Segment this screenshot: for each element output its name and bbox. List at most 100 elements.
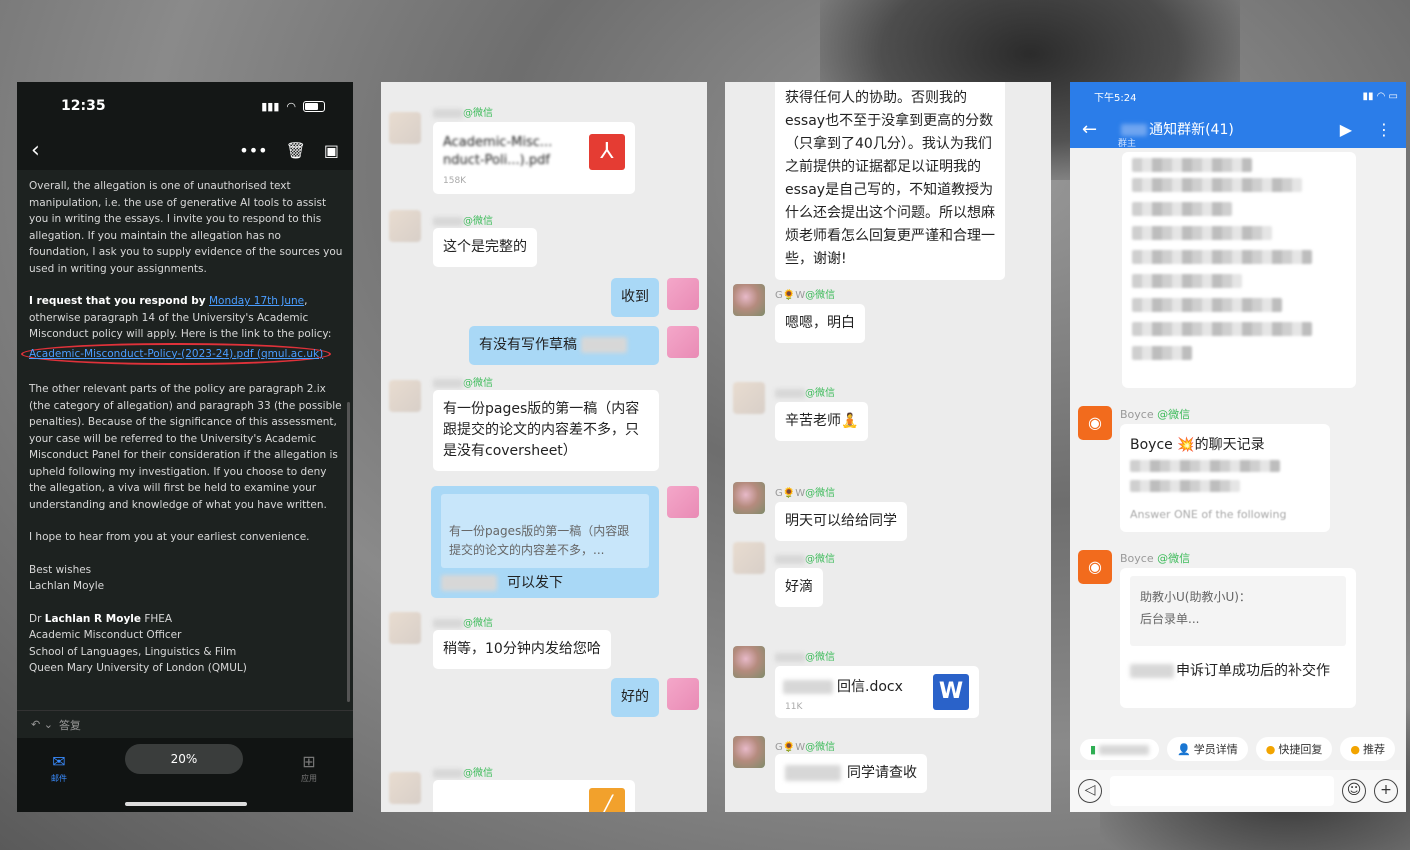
file-message[interactable]: Academic-Misc... nduct-Poli...).pdf 158K… [433, 122, 635, 194]
pdf-icon: ⅄ [589, 134, 625, 170]
chat-screenshot-2: 获得任何人的协助。否则我的essay也不至于没拿到更高的分数（只拿到了40几分）… [725, 82, 1051, 812]
avatar [733, 284, 765, 316]
policy-link-highlight: Academic-Misconduct-Policy-(2023-24).pdf… [21, 342, 332, 365]
avatar [389, 210, 421, 242]
home-indicator [125, 802, 247, 806]
more-vertical-icon[interactable]: ⋮ [1376, 120, 1392, 139]
chat-bubble: 获得任何人的协助。否则我的essay也不至于没拿到更高的分数（只拿到了40几分）… [775, 82, 1005, 280]
file-size: 158K [443, 176, 467, 186]
message-input[interactable] [1110, 776, 1334, 806]
email-navbar: ‹ ••• 🗑 ▣ [17, 130, 353, 170]
sender-nick: Boyce @微信 [1120, 408, 1191, 421]
mail-icon: ✉ [52, 752, 66, 771]
email-paragraph: I hope to hear from you at your earliest… [29, 531, 310, 543]
back-icon[interactable]: ‹ [31, 138, 40, 163]
voice-icon[interactable]: ◁ [1078, 779, 1102, 803]
sender-nick: @微信 [433, 764, 493, 779]
avatar [733, 646, 765, 678]
quick-toolbar: ▮ 👤 学员详情 ● 快捷回复 ● 推荐 [1070, 730, 1406, 768]
status-icons: ▮▮ ◠ ▭ [1362, 90, 1398, 102]
policy-link[interactable]: Academic-Misconduct-Policy-(2023-24).pdf… [29, 348, 323, 360]
chip-recommend[interactable]: ● 推荐 [1340, 737, 1395, 761]
signature: Dr Lachlan R Moyle FHEA Academic Miscond… [29, 611, 343, 677]
message-text: 申诉订单成功后的补交作 [1130, 660, 1330, 680]
chat-record-title: Boyce 💥的聊天记录 [1130, 437, 1265, 453]
deadline-link[interactable]: Monday 17th June [209, 295, 304, 307]
sig-prefix: Dr [29, 612, 42, 625]
sender-nick: G🌻W@微信 [775, 290, 836, 301]
reply-icon[interactable]: ↶ ⌄ [31, 718, 53, 731]
avatar-boyce: ◉ [1078, 406, 1112, 440]
chat-screenshot-1: @微信 Academic-Misc... nduct-Poli...).pdf … [381, 82, 707, 812]
email-paragraph: I request that you respond by Monday 17t… [21, 293, 343, 365]
sender-nick: @微信 [775, 550, 835, 565]
scrollbar[interactable] [347, 402, 350, 702]
sig-school: School of Languages, Linguistics & Film [29, 645, 237, 658]
chat-bubble: 同学请查收 [775, 754, 927, 793]
quoted-reply: 有一份pages版的第一稿（内容跟提交的论文的内容差不多，... 可以发下 [431, 486, 659, 598]
trash-icon[interactable]: 🗑 [286, 141, 306, 160]
input-bar: ◁ ☺ + [1070, 770, 1406, 812]
file-size: 11K [785, 702, 803, 712]
sender-nick: @微信 [433, 212, 493, 227]
more-icon[interactable]: ••• [239, 141, 267, 160]
bottom-tabbar: ✉ 邮件 20% ⊞ 应用 [17, 738, 353, 812]
tab-apps[interactable]: ⊞ 应用 [289, 752, 329, 784]
chat-bubble: 辛苦老师🧘 [775, 402, 869, 441]
avatar-boyce: ◉ [1078, 550, 1112, 584]
avatar-self [667, 678, 699, 710]
group-subtitle: 群主 [1118, 139, 1137, 149]
avatar [733, 736, 765, 768]
battery-icon [303, 100, 325, 112]
archive-icon[interactable]: ▣ [324, 141, 339, 160]
chat-bubble: 这个是完整的 [433, 228, 537, 267]
chat-bubble-self: 有没有写作草稿 [469, 326, 659, 365]
file-message[interactable]: ╱ [433, 780, 635, 812]
avatar [389, 112, 421, 144]
chat-bubble: 有一份pages版的第一稿（内容跟提交的论文的内容差不多，只是没有coversh… [433, 390, 659, 471]
sig-role: Academic Misconduct Officer [29, 629, 182, 641]
chat-bubble-self: 好的 [611, 678, 659, 717]
chat-record-line: Answer ONE of the following [1130, 508, 1287, 521]
reply-bar[interactable]: ↶ ⌄ 答复 [17, 710, 353, 738]
wifi-icon: ◠ [286, 99, 296, 113]
quoted-message-card: 助教小U(助教小U)： 后台录单... 申诉订单成功后的补交作 [1120, 568, 1356, 708]
status-bar: 下午5:24 ▮▮ ◠ ▭ [1070, 82, 1406, 110]
chip-blurred[interactable]: ▮ [1080, 738, 1160, 760]
sender-nick: @微信 [775, 384, 835, 399]
emoji-icon[interactable]: ☺ [1342, 779, 1366, 803]
word-icon: W [933, 674, 969, 710]
file-icon: ╱ [589, 788, 625, 812]
video-call-icon[interactable]: ▶ [1340, 120, 1352, 139]
chip-student-details[interactable]: 👤 学员详情 [1167, 737, 1248, 761]
closing-name: Lachlan Moyle [29, 580, 105, 592]
status-time: 下午5:24 [1094, 92, 1137, 104]
chip-quick-reply[interactable]: ● 快捷回复 [1255, 737, 1333, 761]
avatar [389, 612, 421, 644]
blurred-message-card [1122, 152, 1356, 388]
email-body: Overall, the allegation is one of unauth… [17, 170, 353, 677]
avatar [733, 482, 765, 514]
apps-icon: ⊞ [302, 752, 316, 771]
reply-text: 可以发下 [441, 572, 563, 592]
file-message[interactable]: 回信.docx 11K W [775, 666, 979, 718]
sender-nick: @微信 [433, 104, 493, 119]
zoom-indicator: 20% [125, 744, 243, 774]
closing: Best wishes Lachlan Moyle [29, 562, 343, 595]
signal-icon: ▮▮▮ [261, 99, 280, 113]
sender-nick: Boyce @微信 [1120, 552, 1191, 565]
respond-request: I request that you respond by [29, 295, 206, 307]
plus-icon[interactable]: + [1374, 779, 1398, 803]
avatar [733, 382, 765, 414]
sender-nick: @微信 [433, 374, 493, 389]
chat-record-card[interactable]: Boyce 💥的聊天记录 Answer ONE of the following [1120, 424, 1330, 532]
status-bar: 12:35 ▮▮▮ ◠ [17, 82, 353, 130]
file-name: Academic-Misc... nduct-Poli...).pdf [443, 135, 553, 168]
avatar [389, 772, 421, 804]
sender-nick: G🌻W@微信 [775, 488, 836, 499]
back-arrow-icon[interactable]: ← [1082, 119, 1097, 140]
quote-box: 助教小U(助教小U)： 后台录单... [1130, 576, 1346, 646]
tab-mail[interactable]: ✉ 邮件 [39, 752, 79, 784]
status-time: 12:35 [61, 98, 106, 114]
closing-line: Best wishes [29, 563, 92, 576]
